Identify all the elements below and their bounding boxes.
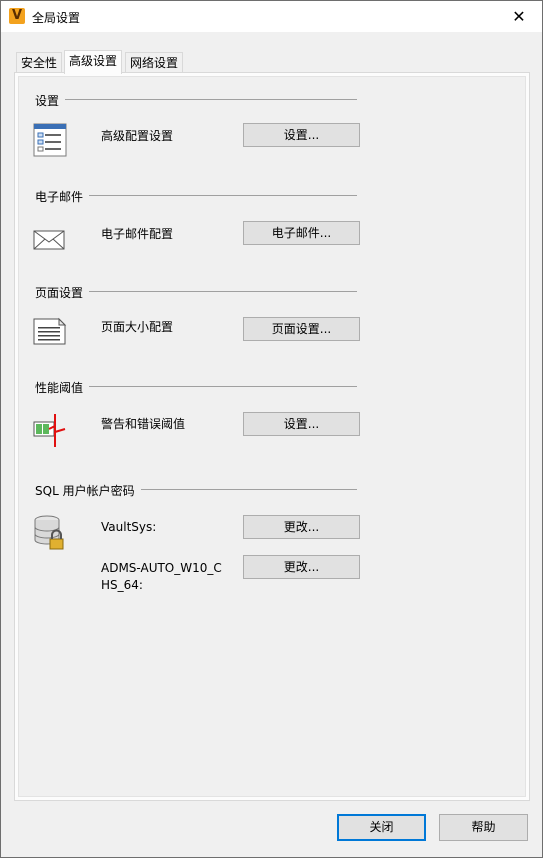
- settings-list-icon: [33, 123, 67, 160]
- threshold-settings-button[interactable]: 设置...: [243, 412, 360, 436]
- section-title-settings: 设置: [35, 92, 66, 109]
- close-window-icon[interactable]: ✕: [496, 1, 542, 32]
- database-lock-icon: [33, 514, 67, 553]
- page-settings-button[interactable]: 页面设置...: [243, 317, 360, 341]
- section-title-page: 页面设置: [35, 284, 90, 301]
- section-title-performance: 性能阈值: [35, 379, 90, 396]
- tab-panel: 设置 高级配置设置 设置... 电子邮件 电子邮件配置 电子邮件... 页面设置…: [14, 72, 530, 801]
- adms-account-label-line1: ADMS-AUTO_W10_C: [101, 561, 222, 575]
- advanced-config-label: 高级配置设置: [101, 129, 174, 143]
- vaultsys-label: VaultSys:: [101, 520, 157, 534]
- adms-account-label-line2: HS_64:: [101, 578, 143, 592]
- warning-error-threshold-label: 警告和错误阈值: [101, 417, 186, 431]
- section-title-sql: SQL 用户帐户密码: [35, 482, 141, 499]
- close-button[interactable]: 关闭: [337, 814, 426, 841]
- page-size-config-label: 页面大小配置: [101, 320, 174, 334]
- envelope-icon: [33, 230, 65, 253]
- section-title-email: 电子邮件: [35, 188, 90, 205]
- adms-account-label: ADMS-AUTO_W10_C HS_64:: [101, 560, 222, 594]
- tab-network-settings[interactable]: 网络设置: [125, 52, 184, 73]
- tab-security[interactable]: 安全性: [16, 52, 63, 73]
- title-bar: V 全局设置 ✕: [1, 1, 542, 32]
- section-divider: [35, 99, 357, 100]
- email-config-button[interactable]: 电子邮件...: [243, 221, 360, 245]
- global-settings-dialog: V 全局设置 ✕ 安全性 高级设置 网络设置 设置 高级配置设置 设置... 电…: [0, 0, 543, 858]
- email-config-label: 电子邮件配置: [101, 227, 174, 241]
- tab-advanced-settings[interactable]: 高级设置: [64, 50, 123, 74]
- advanced-config-button[interactable]: 设置...: [243, 123, 360, 147]
- threshold-icon: [33, 412, 69, 451]
- page-icon: [33, 315, 67, 348]
- vault-app-icon: V: [9, 8, 25, 24]
- help-button[interactable]: 帮助: [439, 814, 528, 841]
- adms-change-button[interactable]: 更改...: [243, 555, 360, 579]
- vaultsys-change-button[interactable]: 更改...: [243, 515, 360, 539]
- advanced-settings-panel: 设置 高级配置设置 设置... 电子邮件 电子邮件配置 电子邮件... 页面设置…: [18, 76, 526, 797]
- window-title: 全局设置: [32, 11, 81, 25]
